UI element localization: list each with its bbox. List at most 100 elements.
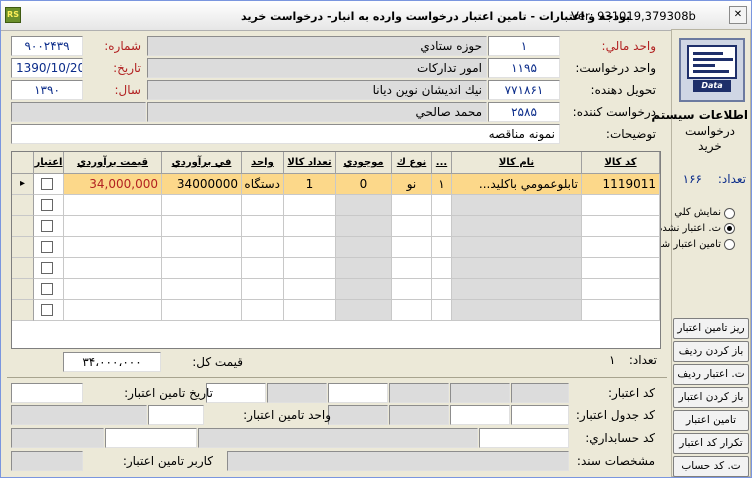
- credit-checkbox[interactable]: [41, 220, 53, 232]
- col-header-unit-price[interactable]: في برآوردي: [162, 152, 242, 174]
- table-cell[interactable]: [452, 195, 582, 216]
- table-cell[interactable]: [162, 237, 242, 258]
- row-credit-button[interactable]: ت. اعتبار رديف: [673, 364, 749, 385]
- table-cell[interactable]: [392, 300, 432, 321]
- credit-checkbox[interactable]: [41, 178, 53, 190]
- table-cell[interactable]: [336, 300, 392, 321]
- table-cell[interactable]: [392, 258, 432, 279]
- table-cell[interactable]: [284, 258, 336, 279]
- radio-credited[interactable]: [724, 239, 735, 250]
- table-cell[interactable]: [392, 195, 432, 216]
- open-row-button[interactable]: باز كردن رديف: [673, 341, 749, 362]
- table-cell[interactable]: [162, 300, 242, 321]
- col-header-dots[interactable]: ...: [432, 152, 452, 174]
- items-grid[interactable]: اعتبار قيمت برآوردي في برآوردي واحد تعدا…: [11, 151, 661, 349]
- table-cell[interactable]: [392, 216, 432, 237]
- table-cell[interactable]: [452, 237, 582, 258]
- table-cell[interactable]: [432, 279, 452, 300]
- table-cell[interactable]: [242, 195, 284, 216]
- table-cell[interactable]: [336, 279, 392, 300]
- table-cell[interactable]: [452, 258, 582, 279]
- col-header-qty[interactable]: تعداد كالا: [284, 152, 336, 174]
- table-cell[interactable]: [284, 279, 336, 300]
- table-cell[interactable]: [452, 300, 582, 321]
- table-cell[interactable]: [336, 195, 392, 216]
- credit-checkbox[interactable]: [41, 241, 53, 253]
- table-cell[interactable]: [242, 258, 284, 279]
- description-field[interactable]: نمونه مناقصه: [11, 124, 560, 144]
- table-cell[interactable]: [34, 195, 64, 216]
- table-cell[interactable]: [582, 258, 660, 279]
- table-cell[interactable]: [392, 237, 432, 258]
- year-field[interactable]: ۱۳۹۰: [11, 80, 83, 100]
- col-header-credit[interactable]: اعتبار: [34, 152, 64, 174]
- open-credit-button[interactable]: باز كردن اعتبار: [673, 387, 749, 408]
- table-cell[interactable]: [432, 216, 452, 237]
- col-header-est-price[interactable]: قيمت برآوردي: [64, 152, 162, 174]
- table-cell[interactable]: [336, 258, 392, 279]
- table-cell[interactable]: [64, 216, 162, 237]
- requester-code-field[interactable]: ۲۵۸۵: [488, 102, 560, 122]
- table-cell[interactable]: [162, 195, 242, 216]
- provide-credit-button[interactable]: تامين اعتبار: [673, 410, 749, 431]
- table-cell[interactable]: [242, 237, 284, 258]
- table-cell-qty[interactable]: 1: [284, 174, 336, 195]
- credit-unit-field[interactable]: [148, 405, 204, 425]
- col-header-type[interactable]: نوع ك: [392, 152, 432, 174]
- table-cell[interactable]: [582, 216, 660, 237]
- number-field[interactable]: ۹۰۰۲۴۳۹: [11, 36, 83, 56]
- col-header-stock[interactable]: موجودي: [336, 152, 392, 174]
- table-cell[interactable]: [392, 279, 432, 300]
- close-button[interactable]: ✕: [729, 6, 747, 24]
- table-cell-dots[interactable]: ۱: [432, 174, 452, 195]
- table-cell-name[interactable]: تابلوعمومي باكليد...: [452, 174, 582, 195]
- table-cell-credit[interactable]: [34, 174, 64, 195]
- credit-code-field-1[interactable]: [511, 383, 569, 403]
- table-cell[interactable]: [582, 237, 660, 258]
- table-cell[interactable]: [162, 216, 242, 237]
- credit-checkbox[interactable]: [41, 199, 53, 211]
- account-code-field[interactable]: [479, 428, 569, 448]
- supplier-code-field[interactable]: ۷۷۱۸۶۱: [488, 80, 560, 100]
- col-header-name[interactable]: نام كالا: [452, 152, 582, 174]
- credit-code-field-5[interactable]: [267, 383, 327, 403]
- radio-not-credited[interactable]: [724, 223, 735, 234]
- table-cell[interactable]: [582, 300, 660, 321]
- credit-checkbox[interactable]: [41, 304, 53, 316]
- col-header-unit[interactable]: واحد: [242, 152, 284, 174]
- credit-checkbox[interactable]: [41, 262, 53, 274]
- account-code-field-2[interactable]: [105, 428, 197, 448]
- table-cell[interactable]: [452, 216, 582, 237]
- table-cell[interactable]: [162, 258, 242, 279]
- requesting-unit-code-field[interactable]: ۱۱۹۵: [488, 58, 560, 78]
- table-cell[interactable]: [432, 300, 452, 321]
- credit-code-field-2[interactable]: [450, 383, 510, 403]
- table-cell[interactable]: [432, 258, 452, 279]
- table-cell[interactable]: [452, 279, 582, 300]
- credit-table-code-field-3[interactable]: [389, 405, 449, 425]
- credit-date-field[interactable]: [11, 383, 83, 403]
- date-field[interactable]: 1390/10/20: [11, 58, 83, 78]
- table-cell[interactable]: [242, 300, 284, 321]
- financial-unit-code-field[interactable]: ۱: [488, 36, 560, 56]
- repeat-credit-code-button[interactable]: تكرار كد اعتبار: [673, 433, 749, 454]
- table-cell[interactable]: [242, 216, 284, 237]
- table-cell[interactable]: [34, 237, 64, 258]
- table-cell[interactable]: [34, 216, 64, 237]
- table-cell-type[interactable]: نو: [392, 174, 432, 195]
- table-cell[interactable]: [284, 195, 336, 216]
- table-cell-est-price[interactable]: 34,000,000: [64, 174, 162, 195]
- table-cell[interactable]: [64, 258, 162, 279]
- credit-table-code-field-1[interactable]: [511, 405, 569, 425]
- table-cell[interactable]: [64, 237, 162, 258]
- credit-code-field-4[interactable]: [328, 383, 388, 403]
- table-cell[interactable]: [162, 279, 242, 300]
- table-cell[interactable]: [336, 237, 392, 258]
- table-cell[interactable]: [64, 279, 162, 300]
- table-cell[interactable]: [284, 216, 336, 237]
- table-cell-stock[interactable]: 0: [336, 174, 392, 195]
- table-cell-code[interactable]: 1119011: [582, 174, 660, 195]
- credit-code-field-6[interactable]: [206, 383, 266, 403]
- table-cell[interactable]: [64, 195, 162, 216]
- credit-table-code-field-4[interactable]: [328, 405, 388, 425]
